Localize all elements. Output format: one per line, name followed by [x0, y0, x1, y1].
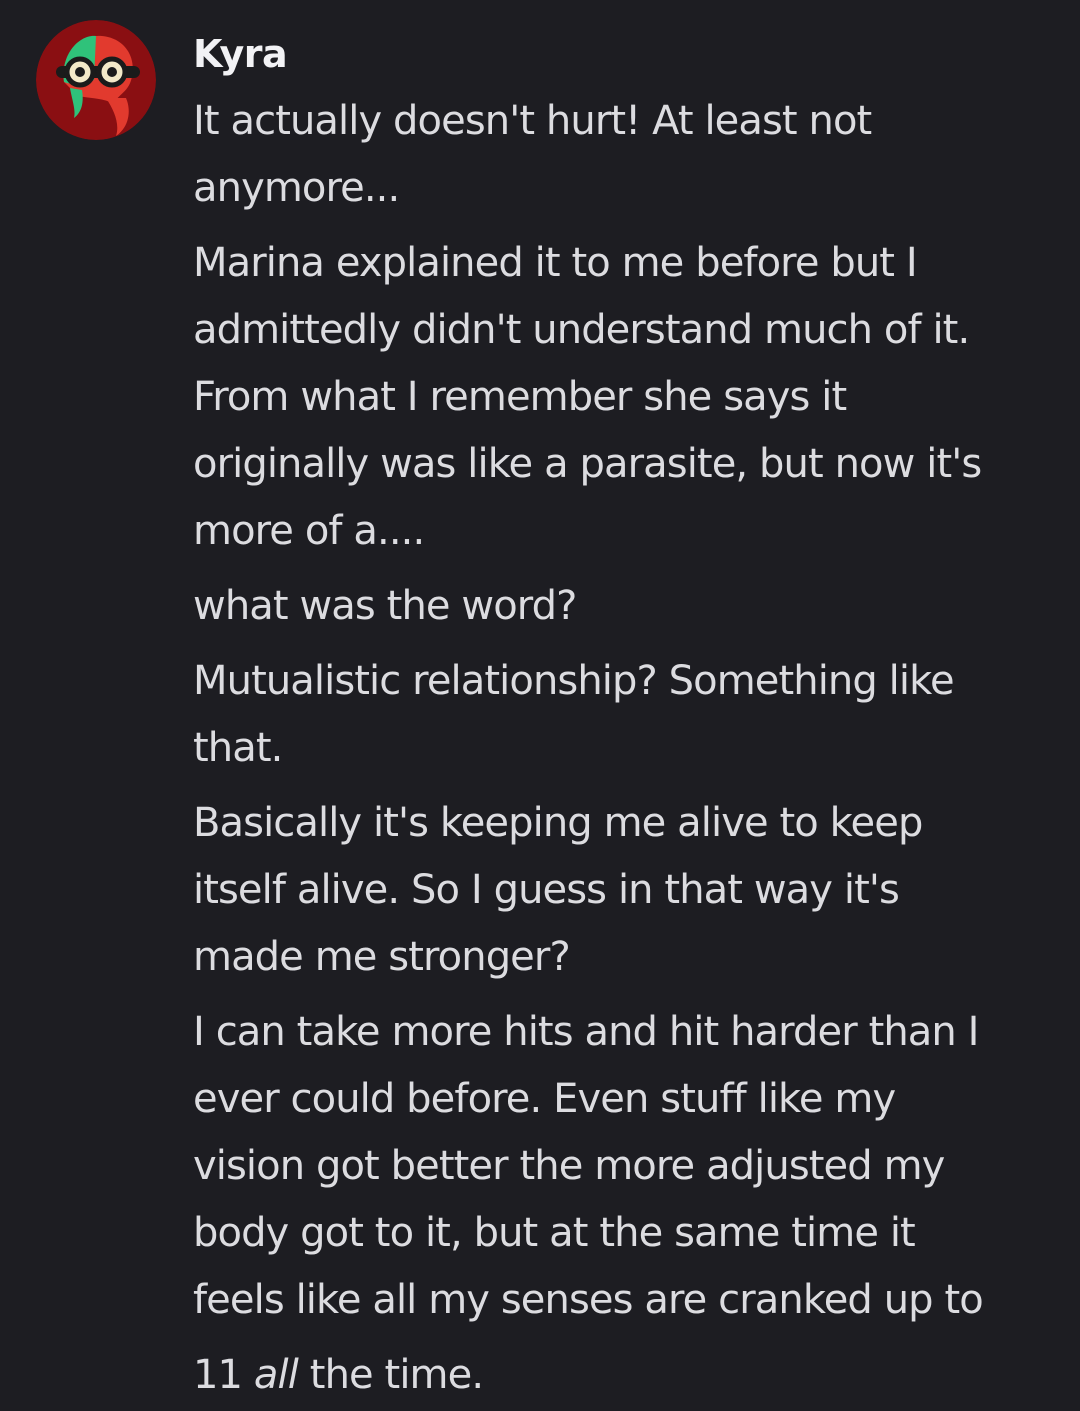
message-line: Marina explained it to me before but I — [193, 240, 918, 286]
message-line: It actually doesn't hurt! At least not — [193, 98, 872, 144]
chat-message: Kyra It actually doesn't hurt! At least … — [0, 0, 1080, 1411]
kyra-avatar-icon — [36, 20, 156, 140]
message-line: vision got better the more adjusted my — [193, 1143, 945, 1189]
message-line: Mutualistic relationship? Something like — [193, 658, 955, 704]
text-fragment: the time. — [297, 1352, 484, 1398]
message-body: It actually doesn't hurt! At least not an… — [193, 88, 1053, 1342]
message-content: Kyra It actually doesn't hurt! At least … — [193, 30, 1053, 1409]
message-line: what was the word? — [193, 583, 577, 629]
message-line: that. — [193, 725, 283, 771]
message-line: originally was like a parasite, but now … — [193, 441, 982, 487]
message-line: 11 all the time. — [193, 1342, 1053, 1409]
message-paragraph: Basically it's keeping me alive to keep i… — [193, 790, 1053, 991]
text-fragment: 11 — [193, 1352, 254, 1398]
message-paragraph: Mutualistic relationship? Something like… — [193, 648, 1053, 782]
message-line: anymore... — [193, 165, 400, 211]
message-line: more of a.... — [193, 508, 425, 554]
message-paragraph: what was the word? — [193, 573, 1053, 640]
message-line: made me stronger? — [193, 934, 571, 980]
emphasis-text: all — [253, 1352, 299, 1398]
message-line: feels like all my senses are cranked up … — [193, 1277, 984, 1323]
message-line: Basically it's keeping me alive to keep — [193, 800, 923, 846]
message-line: body got to it, but at the same time it — [193, 1210, 916, 1256]
message-line: ever could before. Even stuff like my — [193, 1076, 896, 1122]
avatar[interactable] — [36, 20, 156, 140]
message-paragraph: I can take more hits and hit harder than… — [193, 999, 1053, 1334]
author-name[interactable]: Kyra — [193, 30, 1053, 78]
message-line: itself alive. So I guess in that way it'… — [193, 867, 900, 913]
message-paragraph: Marina explained it to me before but I ad… — [193, 230, 1053, 565]
message-line: From what I remember she says it — [193, 374, 847, 420]
message-line: I can take more hits and hit harder than… — [193, 1009, 979, 1055]
message-line: admittedly didn't understand much of it. — [193, 307, 970, 353]
message-paragraph: It actually doesn't hurt! At least not an… — [193, 88, 1053, 222]
